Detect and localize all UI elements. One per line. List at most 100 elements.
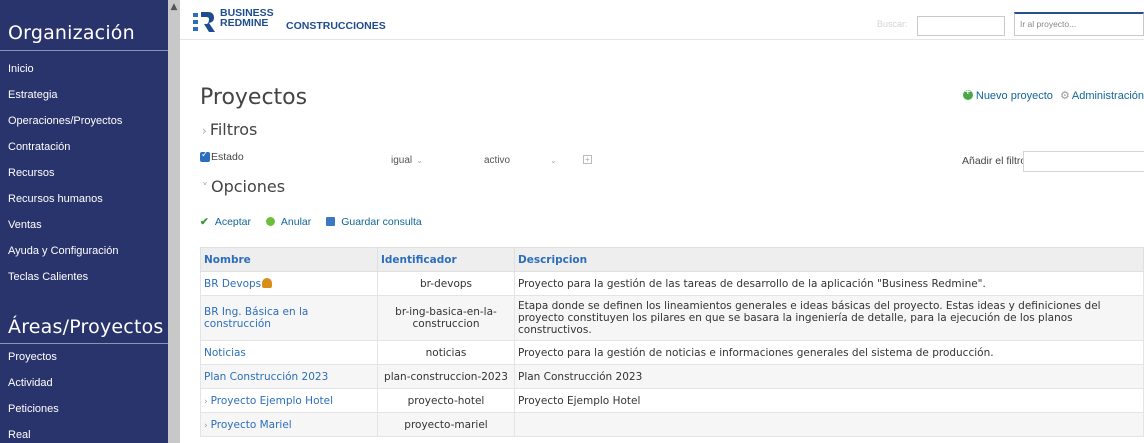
project-description: Proyecto Ejemplo Hotel (514, 388, 1144, 413)
sidebar-item-actividad[interactable]: Actividad (8, 377, 53, 389)
projects-table: Nombre Identificador Descripcion BR Devo… (200, 247, 1144, 437)
save-query-label: Guardar consulta (341, 216, 422, 228)
project-identifier: proyecto-mariel (377, 412, 515, 437)
project-identifier: plan-construccion-2023 (377, 364, 515, 389)
filters-toggle[interactable]: › Filtros (202, 120, 257, 139)
value-text: activo (484, 155, 511, 166)
add-icon (962, 87, 973, 100)
column-header-descripcion[interactable]: Descripcion (514, 247, 1144, 272)
project-link[interactable]: Proyecto Mariel (211, 419, 292, 431)
project-link[interactable]: Proyecto Ejemplo Hotel (211, 395, 333, 407)
toggle-multiselect-icon[interactable]: + (583, 155, 592, 164)
project-name-cell[interactable]: › Proyecto Ejemplo Hotel (200, 388, 378, 413)
logo-line2: REDMINE (220, 17, 269, 29)
chevron-down-icon: ⌄ (416, 156, 423, 165)
sidebar-item-ayuda[interactable]: Ayuda y Configuración (8, 245, 118, 257)
project-name-cell[interactable]: › Proyecto Mariel (200, 412, 378, 437)
checkmark-icon: ✔ (200, 216, 209, 228)
sidebar-item-recursos-humanos[interactable]: Recursos humanos (8, 193, 103, 205)
chevron-down-icon: ⌄ (550, 156, 557, 165)
project-description: Plan Construcción 2023 (514, 364, 1144, 389)
table-row: › Proyecto Mariel proyecto-mariel (200, 412, 1144, 437)
save-icon (326, 217, 336, 226)
value-select[interactable]: activo ⌄ (484, 155, 576, 171)
new-project-link[interactable]: Nuevo proyecto (976, 90, 1053, 102)
apply-button[interactable]: ✔ Aceptar (200, 216, 257, 228)
sidebar-section-organizacion: Organización (8, 22, 135, 44)
table-row: › Proyecto Ejemplo Hotel proyecto-hotel P… (200, 388, 1144, 413)
sidebar-item-ventas[interactable]: Ventas (8, 219, 42, 231)
sidebar-section-areas: Áreas/Proyectos (8, 316, 164, 338)
sidebar-item-recursos[interactable]: Recursos (8, 167, 54, 179)
query-actions: ✔ Aceptar Anular Guardar consulta (200, 216, 434, 228)
search-input[interactable] (917, 16, 1005, 36)
project-name-cell[interactable]: BR Ing. Básica en la construcción (200, 295, 378, 341)
clear-label: Anular (280, 216, 312, 228)
sidebar-item-peticiones[interactable]: Peticiones (8, 403, 59, 415)
expand-icon[interactable]: › (204, 421, 208, 431)
column-header-identificador[interactable]: Identificador (377, 247, 515, 272)
operator-value: igual (391, 155, 413, 166)
project-link[interactable]: BR Devops (204, 278, 261, 290)
chevron-down-icon: ˅ (202, 181, 208, 195)
save-query-button[interactable]: Guardar consulta (326, 216, 428, 228)
chevron-right-icon: › (202, 124, 207, 138)
table-row: Noticias noticias Proyecto para la gesti… (200, 340, 1144, 365)
table-row: BR Devops br-devops Proyecto para la ges… (200, 271, 1144, 296)
filter-label: Estado (211, 151, 244, 163)
project-identifier: noticias (377, 340, 515, 365)
column-header-nombre[interactable]: Nombre (200, 247, 378, 272)
add-filter-select[interactable]: ⌄ (1023, 151, 1144, 172)
options-label: Opciones (211, 177, 286, 196)
sidebar-item-estrategia[interactable]: Estrategia (8, 89, 58, 101)
sidebar-item-teclas[interactable]: Teclas Calientes (8, 271, 88, 283)
project-name-cell[interactable]: Plan Construcción 2023 (200, 364, 378, 389)
search-label: Buscar: (877, 19, 908, 29)
page-title: Proyectos (200, 85, 308, 110)
table-row: Plan Construcción 2023 plan-construccion… (200, 364, 1144, 389)
logo-text: BUSINESS REDMINE (220, 8, 274, 29)
gear-icon: ⚙ (1059, 90, 1070, 102)
project-name-cell[interactable]: BR Devops (200, 271, 378, 296)
main-content: Proyectos Nuevo proyecto ⚙Administración… (180, 41, 1144, 443)
project-link[interactable]: BR Ing. Básica en la construcción (204, 306, 308, 330)
project-link[interactable]: Plan Construcción 2023 (204, 371, 328, 383)
admin-link[interactable]: Administración (1072, 90, 1144, 102)
options-toggle[interactable]: ˅ Opciones (202, 177, 285, 196)
filter-row-estado: Estado igual⌄ activo⌄ + Añadir el filtro… (200, 149, 1144, 173)
sidebar-item-inicio[interactable]: Inicio (8, 63, 34, 75)
sidebar-scrollbar[interactable] (168, 0, 180, 443)
context-actions: Nuevo proyecto ⚙Administración (962, 87, 1144, 102)
reload-icon (265, 217, 275, 226)
sidebar-item-real[interactable]: Real (8, 429, 31, 441)
jump-to-project-select[interactable]: Ir al proyecto... (1014, 12, 1144, 36)
project-description: Proyecto para la gestión de noticias e i… (514, 340, 1144, 365)
project-description: Etapa donde se definen los lineamientos … (514, 295, 1144, 341)
filters-label: Filtros (209, 120, 258, 139)
project-link[interactable]: Noticias (204, 347, 246, 359)
sidebar-divider (0, 50, 168, 51)
project-name-cell[interactable]: Noticias (200, 340, 378, 365)
brand-name[interactable]: CONSTRUCCIONES (286, 20, 386, 32)
table-row: BR Ing. Básica en la construcción br-ing… (200, 295, 1144, 341)
operator-select[interactable]: igual ⌄ (391, 155, 441, 171)
logo-icon[interactable] (192, 10, 216, 34)
estado-checkbox[interactable] (200, 149, 210, 162)
sidebar: ▲ Organización Inicio Estrategia Operaci… (0, 0, 180, 443)
project-description: Proyecto para la gestión de las tareas d… (514, 271, 1144, 296)
project-identifier: br-devops (377, 271, 515, 296)
sidebar-item-proyectos[interactable]: Proyectos (8, 351, 57, 363)
scroll-up-icon[interactable]: ▲ (168, 0, 180, 14)
top-header: BUSINESS REDMINE CONSTRUCCIONES Buscar: … (180, 0, 1144, 40)
project-identifier: proyecto-hotel (377, 388, 515, 413)
add-filter-label: Añadir el filtro (962, 155, 1027, 167)
expand-icon[interactable]: › (204, 397, 208, 407)
clear-button[interactable]: Anular (265, 216, 317, 228)
sidebar-item-contratacion[interactable]: Contratación (8, 141, 70, 153)
table-header-row: Nombre Identificador Descripcion (200, 247, 1144, 272)
project-identifier: br-ing-basica-en-la-construccion (377, 295, 515, 341)
user-icon (262, 277, 273, 288)
sidebar-divider (0, 343, 168, 344)
project-description (514, 412, 1144, 437)
sidebar-item-operaciones[interactable]: Operaciones/Proyectos (8, 115, 122, 127)
